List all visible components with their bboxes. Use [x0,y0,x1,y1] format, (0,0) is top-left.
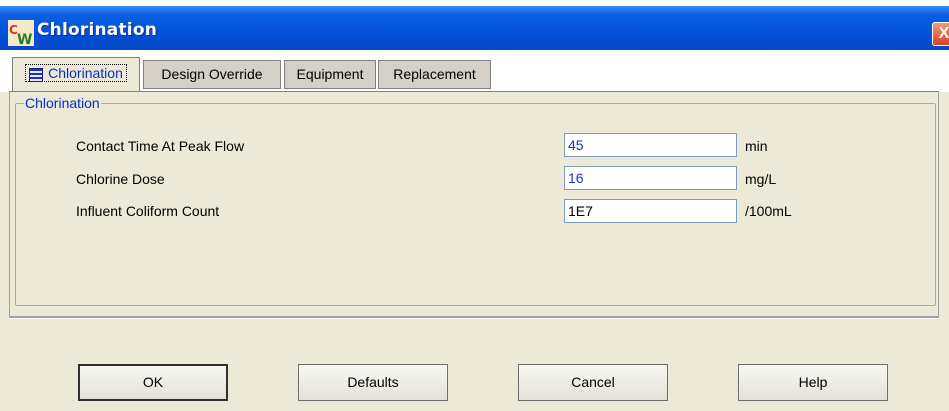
tab-replacement[interactable]: Replacement [378,60,491,89]
tab-label: Design Override [161,66,263,82]
close-button[interactable]: X [932,22,949,46]
list-icon [29,68,44,82]
tab-chlorination[interactable]: Chlorination [12,57,140,91]
influent-coliform-input[interactable] [564,199,737,223]
tab-equipment[interactable]: Equipment [284,60,376,89]
close-icon: X [938,25,949,42]
group-label: Chlorination [24,95,101,111]
chlorine-dose-unit: mg/L [745,171,777,187]
tab-focus-ring: Chlorination [25,64,127,82]
defaults-button[interactable]: Defaults [298,364,448,401]
tab-label: Chlorination [48,65,123,81]
contact-time-input[interactable] [564,133,737,157]
window-title: Chlorination [37,20,158,40]
title-bar[interactable]: C W Chlorination X [0,6,949,56]
chlorine-dose-label: Chlorine Dose [76,171,165,187]
tab-label: Equipment [296,66,364,82]
svg-text:W: W [17,32,32,46]
cancel-button[interactable]: Cancel [518,364,668,401]
influent-coliform-label: Influent Coliform Count [76,203,220,219]
tab-label: Replacement [393,66,476,82]
influent-coliform-unit: /100mL [745,203,792,219]
help-button[interactable]: Help [738,364,888,401]
contact-time-unit: min [745,138,768,154]
divider [9,317,939,319]
ok-button[interactable]: OK [78,364,228,401]
tab-design-override[interactable]: Design Override [143,60,281,89]
contact-time-label: Contact Time At Peak Flow [76,138,245,154]
cw-app-icon: C W [8,20,34,46]
chlorine-dose-input[interactable] [564,166,737,190]
